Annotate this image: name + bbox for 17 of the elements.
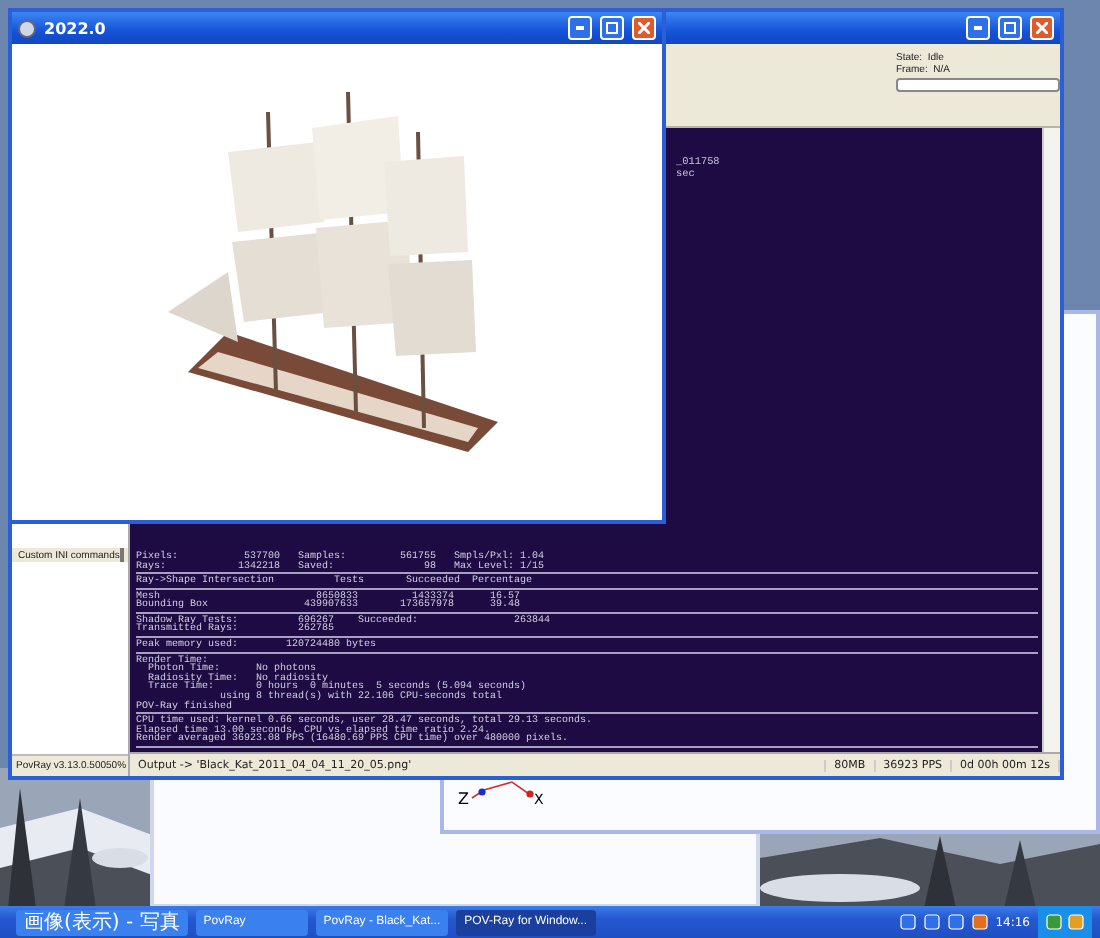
minimize-icon [974,26,982,30]
close-icon [638,22,650,34]
checkbox[interactable] [119,548,124,562]
maximize-icon [606,22,618,34]
taskbar-button[interactable]: 画像(表示) - 写真 [16,909,188,935]
minimize-icon [576,26,584,30]
maximize-icon [1004,22,1016,34]
close-icon [1036,22,1048,34]
minimize-button[interactable] [966,16,990,40]
maximize-button[interactable] [998,16,1022,40]
minimize-button[interactable] [568,16,592,40]
maximize-button[interactable] [600,16,624,40]
app-icon [18,19,36,37]
close-button[interactable] [1030,16,1054,40]
scrollbar[interactable] [1042,128,1060,752]
window-title: 2022.0 [44,19,108,37]
close-button[interactable] [632,16,656,40]
